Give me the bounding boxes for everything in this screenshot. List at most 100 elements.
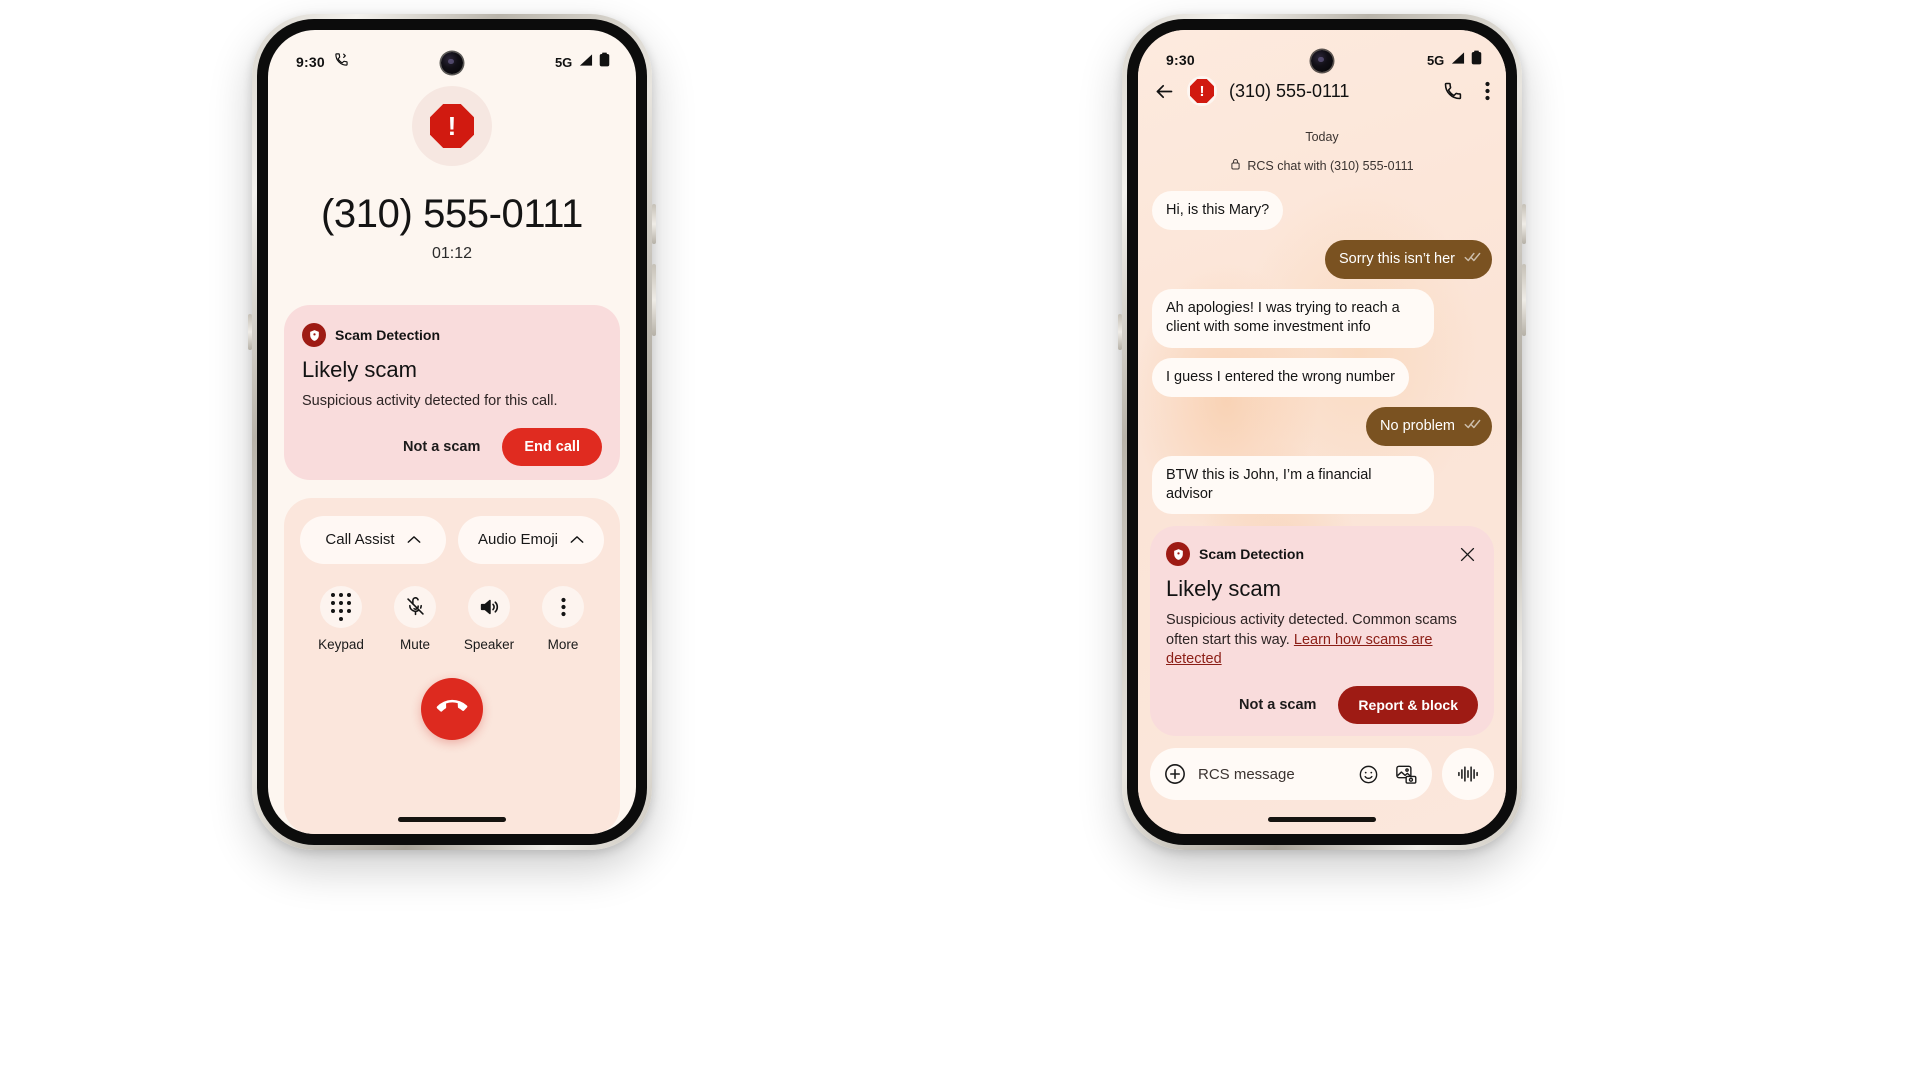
battery-full-icon xyxy=(599,52,610,72)
phone-icon[interactable] xyxy=(1443,81,1463,101)
message-thread[interactable]: Today RCS chat with (310) 555-0111 Hi, i… xyxy=(1138,118,1506,520)
lock-icon xyxy=(1230,158,1241,173)
message-bubble-incoming[interactable]: Hi, is this Mary? xyxy=(1152,191,1284,231)
network-label: 5G xyxy=(555,54,572,70)
scam-octagon-icon: ! xyxy=(430,104,474,148)
device-bezel: 9:30 5G ! (310) 555-0111 01:12 Scam Dete… xyxy=(257,19,647,845)
device-button-volume-up[interactable] xyxy=(652,204,656,244)
call-duration: 01:12 xyxy=(431,245,473,262)
message-row: BTW this is John, I’m a financial adviso… xyxy=(1152,455,1492,514)
image-icon[interactable] xyxy=(1395,764,1418,785)
scam-octagon-icon: ! xyxy=(1190,79,1214,103)
mute-label: Mute xyxy=(399,636,430,652)
front-camera xyxy=(441,52,463,74)
message-row: I guess I entered the wrong number xyxy=(1152,357,1492,397)
chevron-up-icon xyxy=(570,531,584,548)
message-bubble-incoming[interactable]: BTW this is John, I’m a financial adviso… xyxy=(1152,455,1435,514)
end-call-card-button[interactable]: End call xyxy=(502,427,602,466)
end-call-button[interactable] xyxy=(421,677,483,740)
audio-emoji-chip-label: Audio Emoji xyxy=(477,531,559,549)
thread-day-label: Today xyxy=(1305,130,1339,144)
status-bar-left: 9:30 xyxy=(296,52,349,72)
gesture-bar-call[interactable] xyxy=(398,817,506,822)
call-feature-chips: Call Assist Audio Emoji xyxy=(300,515,604,564)
speaker-button[interactable]: Speaker xyxy=(454,585,524,652)
messages-content: ! (310) 555-0111 Today RCS chat with (31… xyxy=(1138,30,1506,834)
caller-number: (310) 555-0111 xyxy=(321,192,583,236)
message-text: No problem xyxy=(1380,417,1455,434)
device-bezel-2: 9:30 5G ! (310) 555-0111 Today RCS chat … xyxy=(1127,19,1517,845)
keypad-icon xyxy=(320,585,362,628)
scam-card-title: Likely scam xyxy=(302,357,417,382)
scam-card-header-label-2: Scam Detection xyxy=(1199,546,1305,563)
rcs-message-input[interactable]: RCS message xyxy=(1198,766,1346,783)
more-vertical-icon[interactable] xyxy=(1485,81,1490,101)
scam-card-actions: Not a scam End call xyxy=(302,427,602,466)
device-button-power[interactable] xyxy=(248,314,252,350)
more-button[interactable]: More xyxy=(528,585,598,652)
report-and-block-button[interactable]: Report & block xyxy=(1338,686,1478,724)
more-label: More xyxy=(547,636,579,652)
back-arrow-icon[interactable] xyxy=(1154,81,1175,102)
call-controls-panel: Call Assist Audio Emoji Keypad Mute Spea… xyxy=(284,497,620,834)
chevron-up-icon xyxy=(407,531,421,548)
scam-detection-card-call: Scam Detection Likely scam Suspicious ac… xyxy=(284,305,620,480)
call-screen: 9:30 5G ! (310) 555-0111 01:12 Scam Dete… xyxy=(268,30,636,834)
thread-encryption-note: RCS chat with (310) 555-0111 xyxy=(1152,158,1492,173)
gesture-bar-messages[interactable] xyxy=(1268,817,1376,822)
device-button-volume-up-2[interactable] xyxy=(1522,204,1526,244)
thread-encryption-label: RCS chat with (310) 555-0111 xyxy=(1247,158,1414,173)
speaker-icon xyxy=(468,585,510,628)
status-bar-right-call: 5G xyxy=(555,52,610,72)
mic-off-icon xyxy=(394,585,436,628)
message-bubble-outgoing[interactable]: Sorry this isn’t her xyxy=(1324,240,1492,280)
message-bubble-incoming[interactable]: Ah apologies! I was trying to reach a cl… xyxy=(1152,289,1435,348)
scam-detection-card-messages: Scam Detection Likely scam Suspicious ac… xyxy=(1150,526,1494,736)
mute-button[interactable]: Mute xyxy=(380,585,450,652)
status-bar-right-messages: 5G xyxy=(1427,50,1482,70)
scam-card-header-2: Scam Detection xyxy=(1166,542,1478,567)
message-bubble-incoming[interactable]: I guess I entered the wrong number xyxy=(1152,357,1409,397)
conversation-title: (310) 555-0111 xyxy=(1229,80,1350,101)
contact-avatar[interactable]: ! xyxy=(1187,76,1217,106)
keypad-button[interactable]: Keypad xyxy=(306,585,376,652)
voice-waveform-icon[interactable] xyxy=(1442,748,1494,800)
emoji-icon[interactable] xyxy=(1358,764,1379,785)
device-button-volume-down[interactable] xyxy=(652,264,656,336)
conversation-app-bar: ! (310) 555-0111 xyxy=(1138,64,1506,118)
double-check-icon xyxy=(1464,417,1481,436)
end-call-icon xyxy=(436,692,468,725)
network-label-2: 5G xyxy=(1427,52,1444,68)
call-assist-chip[interactable]: Call Assist xyxy=(300,515,446,564)
end-call-row xyxy=(300,677,604,740)
signal-bars-icon xyxy=(1450,51,1465,70)
messages-screen: 9:30 5G ! (310) 555-0111 Today RCS chat … xyxy=(1138,30,1506,834)
not-a-scam-button[interactable]: Not a scam xyxy=(397,431,486,463)
audio-emoji-chip[interactable]: Audio Emoji xyxy=(458,515,604,564)
message-text: Sorry this isn’t her xyxy=(1338,251,1455,268)
device-button-power-2[interactable] xyxy=(1118,314,1122,350)
message-composer: RCS message xyxy=(1138,736,1506,800)
call-content: ! (310) 555-0111 01:12 Scam Detection Li… xyxy=(268,30,636,834)
caller-avatar: ! xyxy=(412,86,492,166)
not-a-scam-button-2[interactable]: Not a scam xyxy=(1233,689,1322,721)
call-control-buttons: Keypad Mute Speaker More xyxy=(300,585,604,652)
plus-circle-icon[interactable] xyxy=(1164,763,1186,785)
scam-card-title-2: Likely scam xyxy=(1166,576,1281,602)
close-icon[interactable] xyxy=(1457,544,1478,565)
scam-card-header-label: Scam Detection xyxy=(335,327,441,343)
keypad-label: Keypad xyxy=(318,636,364,652)
phone-device-messages-screen: 9:30 5G ! (310) 555-0111 Today RCS chat … xyxy=(1118,14,1526,850)
device-button-volume-down-2[interactable] xyxy=(1522,264,1526,336)
composer-field[interactable]: RCS message xyxy=(1150,748,1432,800)
phone-forwarded-icon xyxy=(334,52,349,72)
message-bubble-outgoing[interactable]: No problem xyxy=(1366,406,1492,446)
scam-card-body: Suspicious activity detected for this ca… xyxy=(302,393,558,409)
double-check-icon xyxy=(1464,250,1481,269)
scam-card-header: Scam Detection xyxy=(302,323,602,347)
phone-device-call-screen: 9:30 5G ! (310) 555-0111 01:12 Scam Dete… xyxy=(248,14,656,850)
status-time-2: 9:30 xyxy=(1166,52,1195,68)
front-camera-2 xyxy=(1311,50,1333,72)
shield-alert-icon xyxy=(302,323,326,347)
battery-full-icon xyxy=(1471,50,1482,70)
